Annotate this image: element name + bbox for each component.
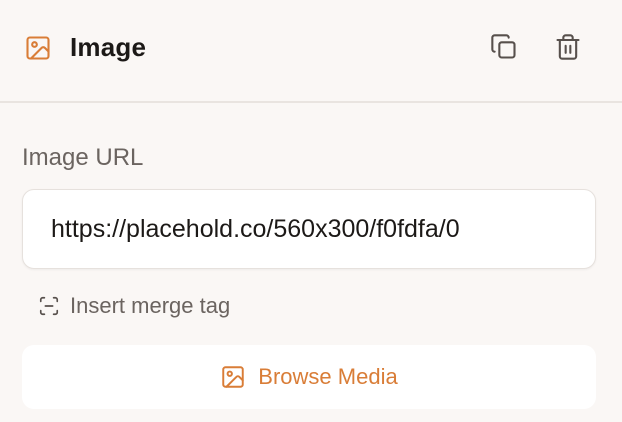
image-block-settings-panel: Image Image URL Insert me [0,0,622,422]
insert-merge-tag-link[interactable]: Insert merge tag [38,292,230,320]
copy-icon [491,34,516,59]
browse-media-label: Browse Media [258,364,398,389]
image-icon [26,36,50,60]
trash-icon [556,34,580,60]
image-icon [222,366,245,388]
block-header: Image [0,0,622,103]
merge-tag-icon [39,296,59,316]
image-url-label: Image URL [22,144,144,171]
delete-button[interactable] [551,30,585,64]
insert-merge-tag-label: Insert merge tag [70,293,231,318]
block-title: Image [70,32,147,62]
image-url-input[interactable] [22,189,596,269]
browse-media-button[interactable]: Browse Media [22,345,596,409]
duplicate-button[interactable] [487,30,521,64]
